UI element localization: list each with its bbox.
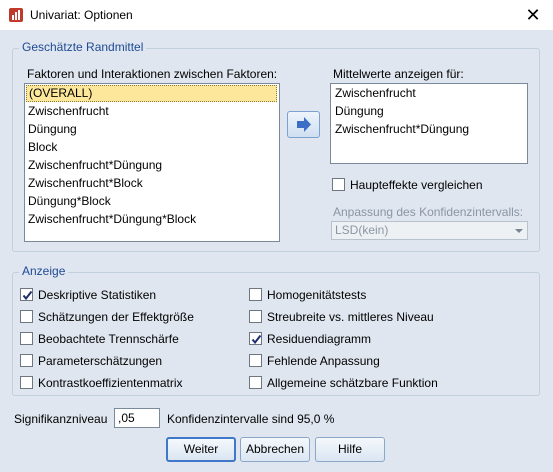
checkmark-icon — [251, 334, 262, 345]
cancel-button[interactable]: Abbrechen — [240, 437, 310, 462]
factors-listbox[interactable]: (OVERALL) Zwischenfrucht Düngung Block Z… — [24, 83, 280, 242]
close-button[interactable]: ✕ — [520, 4, 546, 26]
lack-of-fit-label: Fehlende Anpassung — [267, 354, 380, 368]
homogeneity-tests-checkbox[interactable] — [249, 288, 262, 301]
display-means-item-zwischenfrucht[interactable]: Zwischenfrucht — [331, 84, 527, 102]
checkmark-icon — [22, 290, 33, 301]
homogeneity-tests-label: Homogenitätstests — [267, 288, 367, 302]
effect-size-checkbox[interactable] — [20, 310, 33, 323]
general-estimable-function-checkbox[interactable] — [249, 376, 262, 389]
residual-plot-label: Residuendiagramm — [267, 332, 372, 346]
spread-vs-level-label: Streubreite vs. mittleres Niveau — [267, 310, 434, 324]
title-bar: Univariat: Optionen ✕ — [0, 0, 553, 30]
app-icon — [9, 8, 23, 22]
move-right-button[interactable] — [287, 111, 320, 138]
lack-of-fit-checkbox[interactable] — [249, 354, 262, 367]
effect-size-label: Schätzungen der Effektgröße — [38, 310, 194, 324]
close-icon: ✕ — [525, 5, 541, 25]
factor-item-zwischenfrucht[interactable]: Zwischenfrucht — [25, 102, 279, 120]
factor-item-overall[interactable]: (OVERALL) — [26, 85, 277, 102]
descriptive-stats-label: Deskriptive Statistiken — [38, 288, 157, 302]
ci-adjustment-value: LSD(kein) — [335, 223, 389, 237]
display-group-label: Anzeige — [19, 264, 69, 278]
factor-item-block[interactable]: Block — [25, 138, 279, 156]
ci-adjustment-select[interactable]: LSD(kein) — [331, 221, 528, 240]
spread-vs-level-checkbox[interactable] — [249, 310, 262, 323]
continue-button[interactable]: Weiter — [166, 437, 236, 462]
general-estimable-function-label: Allgemeine schätzbare Funktion — [267, 376, 438, 390]
factor-item-zwischenfrucht-block[interactable]: Zwischenfrucht*Block — [25, 174, 279, 192]
ci-level-text: Konfidenzintervalle sind 95,0 % — [167, 412, 335, 426]
contrast-matrix-checkbox[interactable] — [20, 376, 33, 389]
factors-label: Faktoren und Interaktionen zwischen Fakt… — [27, 67, 278, 81]
factor-item-duengung[interactable]: Düngung — [25, 120, 279, 138]
observed-power-checkbox[interactable] — [20, 332, 33, 345]
parameter-estimates-checkbox[interactable] — [20, 354, 33, 367]
display-means-item-duengung[interactable]: Düngung — [331, 102, 527, 120]
factor-item-duengung-block[interactable]: Düngung*Block — [25, 192, 279, 210]
factor-item-zwischenfrucht-duengung[interactable]: Zwischenfrucht*Düngung — [25, 156, 279, 174]
compare-main-effects-label: Haupteffekte vergleichen — [350, 178, 483, 192]
ci-adjustment-label: Anpassung des Konfidenzintervalls: — [333, 205, 524, 219]
significance-input[interactable]: ,05 — [114, 408, 160, 428]
display-means-listbox[interactable]: Zwischenfrucht Düngung Zwischenfrucht*Dü… — [330, 83, 528, 164]
help-button[interactable]: Hilfe — [315, 437, 385, 462]
arrow-right-icon — [297, 117, 311, 132]
chevron-down-icon — [515, 229, 523, 233]
estimated-means-group-label: Geschätzte Randmittel — [19, 40, 147, 54]
display-means-label: Mittelwerte anzeigen für: — [333, 67, 464, 81]
compare-main-effects-checkbox[interactable] — [332, 178, 345, 191]
descriptive-stats-checkbox[interactable] — [20, 288, 33, 301]
residual-plot-checkbox[interactable] — [249, 332, 262, 345]
display-means-item-zwischenfrucht-duengung[interactable]: Zwischenfrucht*Düngung — [331, 120, 527, 138]
parameter-estimates-label: Parameterschätzungen — [38, 354, 163, 368]
factor-item-zwischenfrucht-duengung-block[interactable]: Zwischenfrucht*Düngung*Block — [25, 210, 279, 228]
contrast-matrix-label: Kontrastkoeffizientenmatrix — [38, 376, 183, 390]
significance-label: Signifikanzniveau — [14, 412, 108, 426]
observed-power-label: Beobachtete Trennschärfe — [38, 332, 179, 346]
window-title: Univariat: Optionen — [30, 8, 133, 22]
